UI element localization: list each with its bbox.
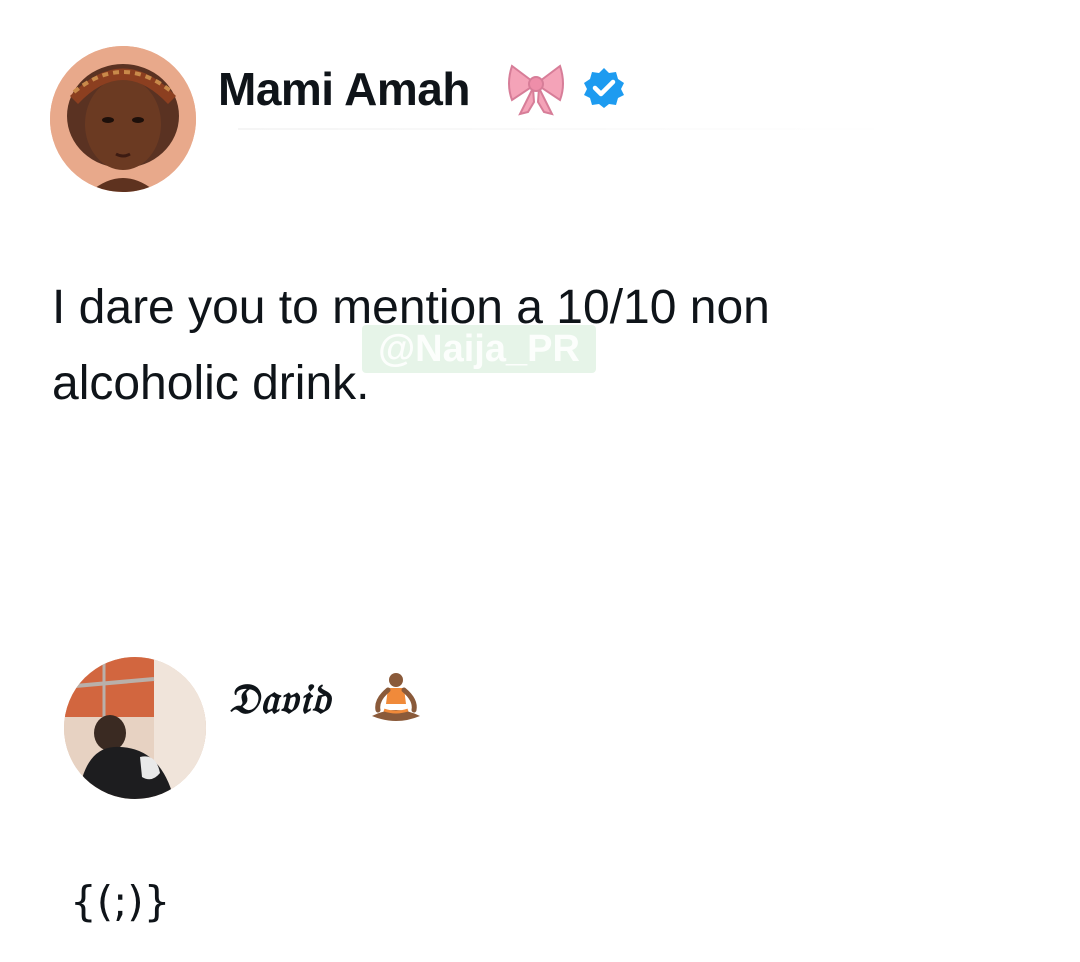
reply-author-display-name[interactable]: 𝔇𝔞𝔳𝔦𝔡	[228, 674, 331, 724]
author-avatar[interactable]	[50, 46, 196, 192]
watermark: @Naija_PR	[362, 325, 596, 373]
avatar-image	[50, 46, 196, 192]
ribbon-bow-icon	[508, 64, 564, 116]
verified-badge-icon	[584, 68, 624, 108]
reply-author-avatar[interactable]	[64, 657, 206, 799]
avatar-image	[64, 657, 206, 799]
person-in-lotus-position-icon	[372, 673, 420, 721]
reply-text: {(;)}	[70, 877, 171, 926]
original-post: Mami Amah I dare you to mention a 10/10 …	[0, 0, 1080, 520]
divider	[238, 128, 908, 130]
author-display-name[interactable]: Mami Amah	[218, 62, 470, 116]
